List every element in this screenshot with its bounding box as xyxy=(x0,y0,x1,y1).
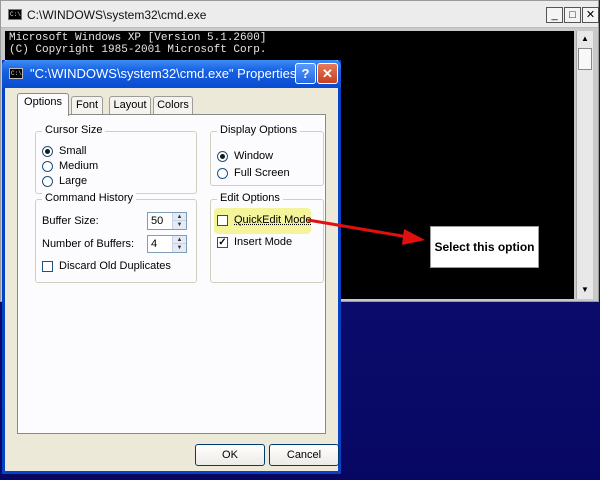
radio-medium-indicator[interactable] xyxy=(42,161,53,172)
buffer-size-stepper[interactable]: 50 ▲ ▼ xyxy=(147,212,187,230)
radio-label: Medium xyxy=(59,160,99,172)
cursor-size-group: Cursor Size Small Medium Large xyxy=(35,124,197,194)
checkbox-label: Insert Mode xyxy=(234,236,293,248)
checkbox-label: QuickEdit Mode xyxy=(234,214,312,226)
ok-button[interactable]: OK xyxy=(195,444,265,466)
tab-font[interactable]: Font xyxy=(71,96,103,115)
console-scrollbar[interactable]: ▲ ▼ xyxy=(576,31,593,299)
close-button[interactable]: ✕ xyxy=(582,7,599,23)
group-legend: Cursor Size xyxy=(42,124,106,136)
tab-options[interactable]: Options xyxy=(17,93,69,116)
chevron-down-icon[interactable]: ▼ xyxy=(173,221,186,229)
stepper-buttons: ▲ ▼ xyxy=(172,236,186,252)
cmd-icon: C:\ xyxy=(8,9,22,20)
radio-label: Window xyxy=(234,150,274,162)
radio-label: Full Screen xyxy=(234,167,290,179)
radio-window-indicator[interactable] xyxy=(217,151,228,162)
checkbox-indicator[interactable] xyxy=(217,215,228,226)
dialog-titlebar[interactable]: C:\ "C:\WINDOWS\system32\cmd.exe" Proper… xyxy=(2,60,341,88)
group-legend: Display Options xyxy=(217,124,301,136)
console-titlebar[interactable]: C:\ C:\WINDOWS\system32\cmd.exe _ □ ✕ xyxy=(1,1,599,28)
radio-label: Large xyxy=(59,175,88,187)
scroll-down-icon[interactable]: ▼ xyxy=(577,282,593,298)
chevron-up-icon[interactable]: ▲ xyxy=(173,213,186,221)
radio-label: Small xyxy=(59,145,87,157)
radio-full-screen-indicator[interactable] xyxy=(217,168,228,179)
minimize-button[interactable]: _ xyxy=(546,7,563,23)
dialog-title: "C:\WINDOWS\system32\cmd.exe" Properties xyxy=(30,66,297,81)
chevron-down-icon[interactable]: ▼ xyxy=(173,244,186,252)
help-button[interactable]: ? xyxy=(295,63,316,84)
stepper-buttons: ▲ ▼ xyxy=(172,213,186,229)
console-line: (C) Copyright 1985-2001 Microsoft Corp. xyxy=(9,44,267,56)
display-options-group: Display Options Window Full Screen xyxy=(210,124,324,186)
group-legend: Command History xyxy=(42,192,137,204)
num-buffers-stepper[interactable]: 4 ▲ ▼ xyxy=(147,235,187,253)
checkbox-label: Discard Old Duplicates xyxy=(59,260,171,272)
checkmark-icon[interactable]: ✓ xyxy=(217,237,228,248)
cancel-button[interactable]: Cancel xyxy=(269,444,339,466)
properties-dialog: C:\ "C:\WINDOWS\system32\cmd.exe" Proper… xyxy=(2,60,341,474)
cmd-icon: C:\ xyxy=(9,68,23,79)
buffer-size-label: Buffer Size: xyxy=(42,215,99,227)
dialog-close-button[interactable]: ✕ xyxy=(317,63,338,84)
buffer-size-value[interactable]: 50 xyxy=(151,215,163,227)
scroll-thumb[interactable] xyxy=(578,48,592,70)
num-buffers-label: Number of Buffers: xyxy=(42,238,135,250)
edit-options-group: Edit Options QuickEdit Mode ✓ Insert Mod… xyxy=(210,192,324,283)
scroll-up-icon[interactable]: ▲ xyxy=(577,31,593,47)
radio-small-indicator[interactable] xyxy=(42,146,53,157)
chevron-up-icon[interactable]: ▲ xyxy=(173,236,186,244)
console-title: C:\WINDOWS\system32\cmd.exe xyxy=(27,8,207,22)
console-line: Microsoft Windows XP [Version 5.1.2600] xyxy=(9,32,267,44)
group-legend: Edit Options xyxy=(217,192,283,204)
maximize-button[interactable]: □ xyxy=(564,7,581,23)
command-history-group: Command History Buffer Size: 50 ▲ ▼ Numb… xyxy=(35,192,197,283)
checkbox-indicator[interactable] xyxy=(42,261,53,272)
callout-box: Select this option xyxy=(430,226,539,268)
tab-colors[interactable]: Colors xyxy=(153,96,193,115)
radio-large-indicator[interactable] xyxy=(42,176,53,187)
tab-layout[interactable]: Layout xyxy=(109,96,151,115)
options-panel: Cursor Size Small Medium Large Display O… xyxy=(17,114,326,434)
num-buffers-value[interactable]: 4 xyxy=(151,238,157,250)
